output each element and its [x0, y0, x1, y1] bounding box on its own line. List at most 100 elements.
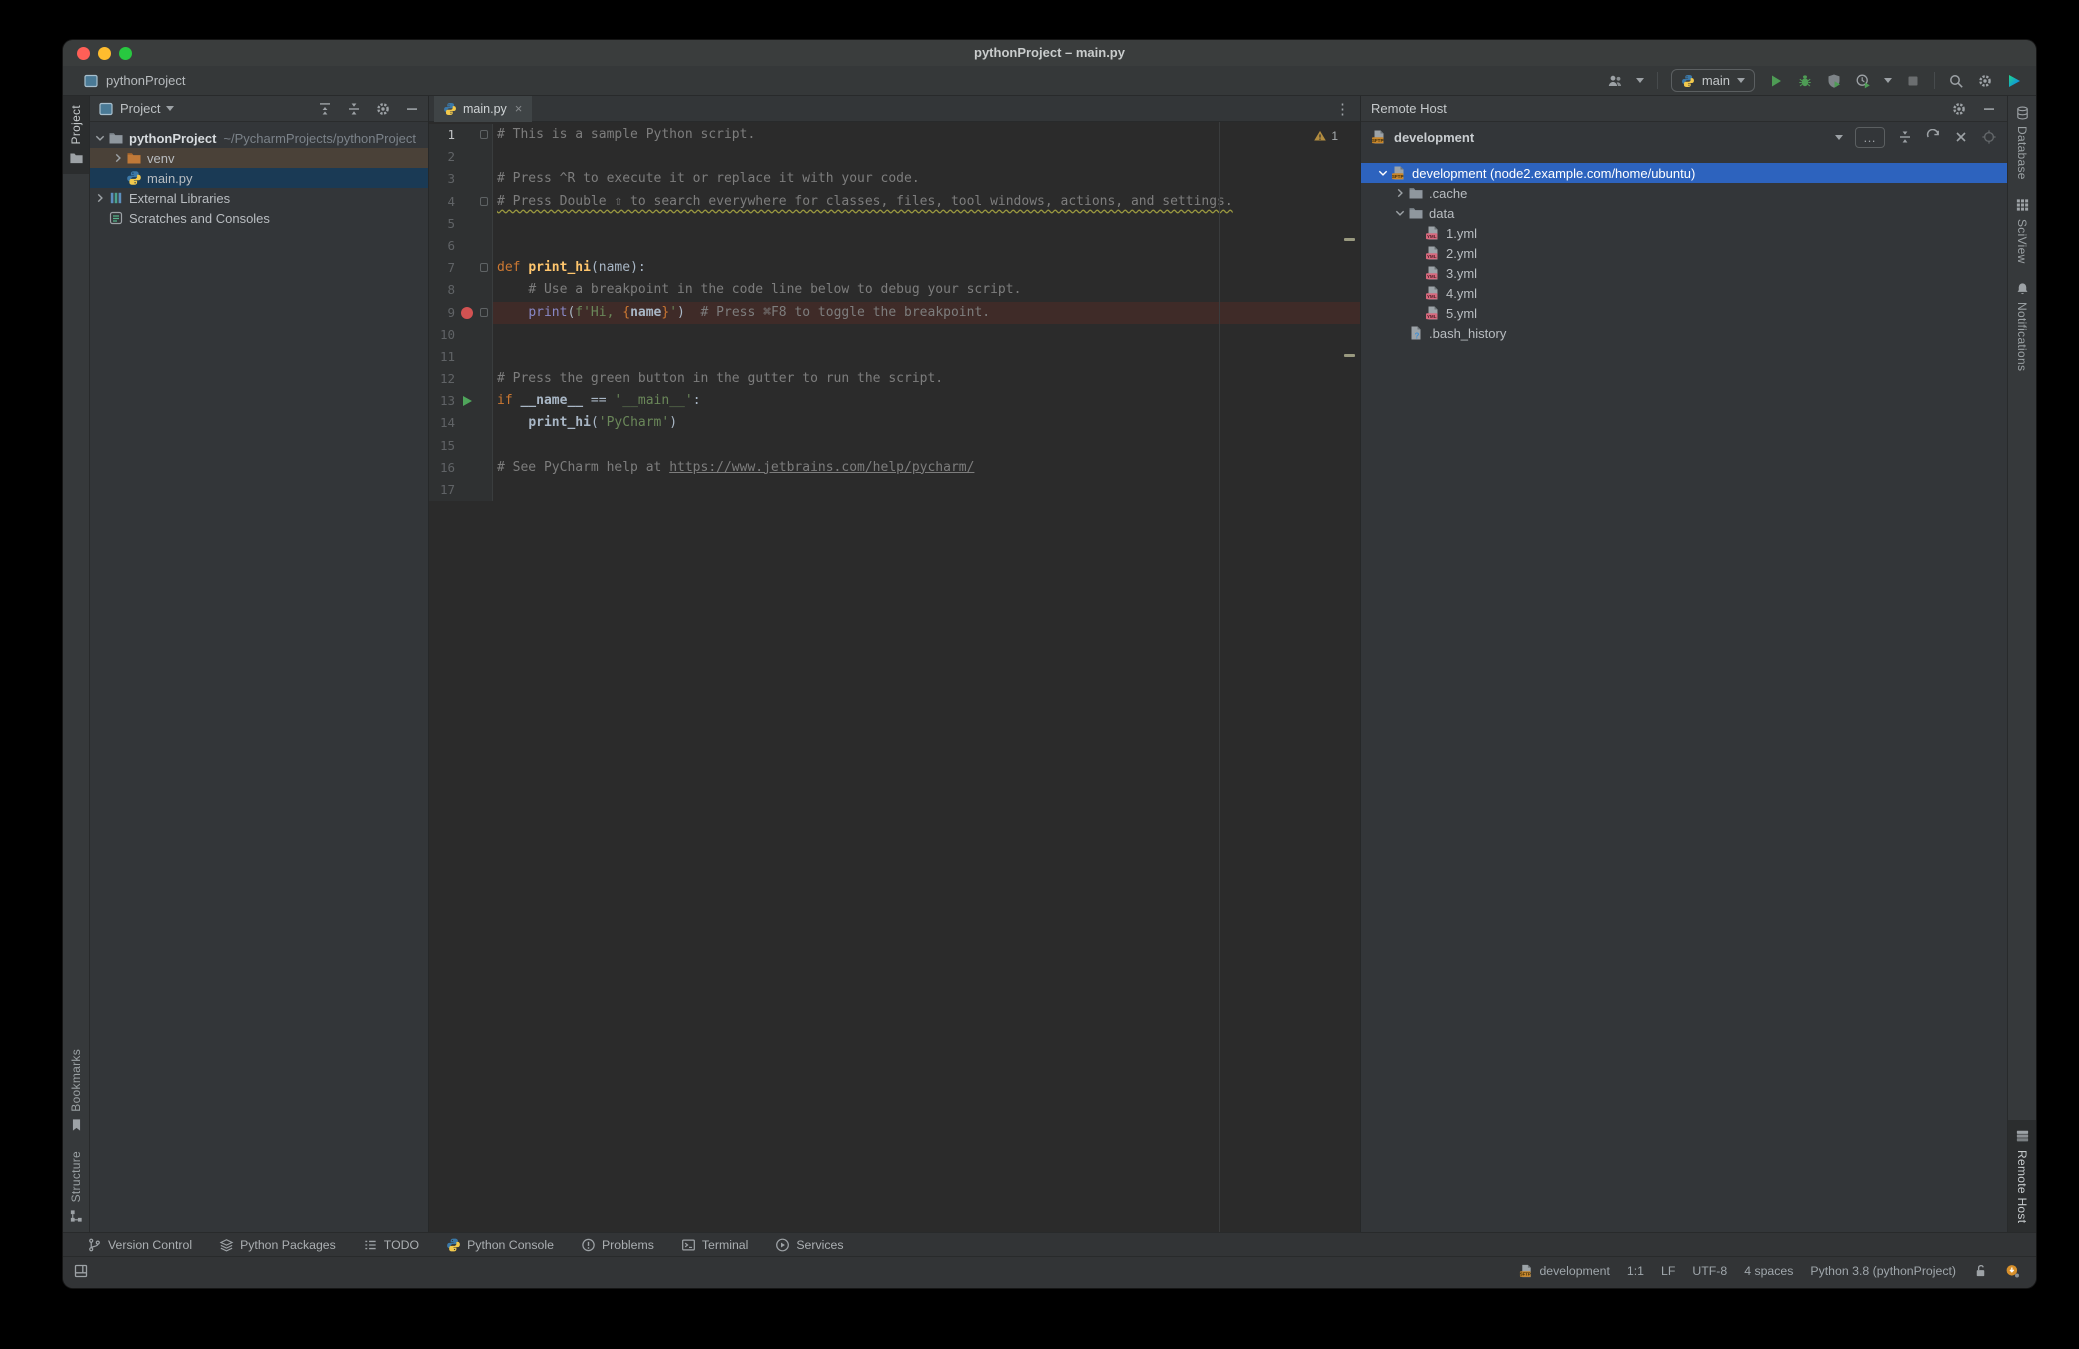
fold-marker-icon[interactable] [480, 307, 488, 317]
code-with-me-users-icon[interactable] [1607, 73, 1623, 89]
tree-item-4.yml[interactable]: YML 4.yml [1361, 283, 2007, 303]
toolwindow-tab-sciview[interactable]: SciView [2008, 189, 2036, 273]
fold-marker-icon[interactable] [480, 196, 488, 206]
hide-icon[interactable] [1981, 101, 1997, 117]
chevron-down-icon[interactable] [92, 131, 108, 145]
collapse-all-icon[interactable] [346, 101, 362, 117]
tree-item-1.yml[interactable]: YML 1.yml [1361, 223, 2007, 243]
code-text[interactable]: # Press ^R to execute it or replace it w… [493, 168, 1360, 190]
editor-gutter[interactable]: 6 [429, 234, 493, 258]
jetbrains-logo-icon[interactable] [2006, 73, 2022, 89]
server-select[interactable]: SFTP development [1371, 129, 1843, 145]
close-tab-icon[interactable]: × [515, 101, 523, 116]
code-line-3[interactable]: 3 # Press ^R to execute it or replace it … [429, 168, 1360, 191]
toolwindow-button-todo[interactable]: TODO [363, 1237, 419, 1252]
code-text[interactable] [493, 346, 1360, 368]
run-button[interactable] [1768, 73, 1784, 89]
code-line-9[interactable]: 9 print(f'Hi, {name}') # Press ⌘F8 to to… [429, 301, 1360, 324]
editor-gutter[interactable]: 16 [429, 456, 493, 479]
editor-gutter[interactable]: 8 [429, 279, 493, 302]
code-text[interactable] [493, 324, 1360, 346]
code-line-8[interactable]: 8 # Use a breakpoint in the code line be… [429, 279, 1360, 302]
code-text[interactable]: if __name__ == '__main__': [493, 390, 1360, 412]
toolwindow-tab-notifications[interactable]: Notifications [2008, 272, 2036, 380]
toolwindow-toggle-icon[interactable] [73, 1263, 89, 1279]
settings-gear-icon[interactable] [1977, 73, 1993, 89]
code-text[interactable]: # Press the green button in the gutter t… [493, 368, 1360, 390]
code-line-10[interactable]: 10 [429, 323, 1360, 346]
tree-item-development-node2.example.com-home-ubuntu-[interactable]: SFTP development (node2.example.com/home/… [1361, 163, 2007, 183]
toolwindow-tab-project[interactable]: Project [63, 96, 89, 175]
chevron-right-icon[interactable] [92, 191, 108, 205]
status-widget-1-1[interactable]: 1:1 [1627, 1264, 1644, 1278]
code-line-7[interactable]: 7 def print_hi(name): [429, 257, 1360, 280]
code-line-12[interactable]: 12 # Press the green button in the gutter… [429, 368, 1360, 391]
editor-gutter[interactable]: 10 [429, 323, 493, 346]
code-text[interactable] [493, 435, 1360, 457]
editor-gutter[interactable]: 7 [429, 257, 493, 280]
code-text[interactable]: # See PyCharm help at https://www.jetbra… [493, 457, 1360, 479]
toolwindow-tab-structure[interactable]: Structure [63, 1142, 89, 1232]
toolwindow-tab-bookmarks[interactable]: Bookmarks [63, 1040, 89, 1142]
code-text[interactable]: def print_hi(name): [493, 257, 1360, 279]
refresh-icon[interactable] [1925, 129, 1941, 145]
tree-item-scratches-and-consoles[interactable]: Scratches and Consoles [90, 208, 428, 228]
editor-gutter[interactable]: 1 [429, 124, 493, 147]
breadcrumb[interactable]: pythonProject [83, 73, 186, 89]
hide-icon[interactable] [404, 101, 420, 117]
code-line-5[interactable]: 5 [429, 212, 1360, 235]
status-widget-4-spaces[interactable]: 4 spaces [1744, 1264, 1793, 1278]
chevron-down-icon[interactable] [166, 106, 175, 111]
run-configuration-select[interactable]: main [1670, 69, 1755, 92]
toolwindow-button-services[interactable]: Services [775, 1237, 844, 1252]
profiler-button[interactable] [1855, 73, 1871, 89]
editor-gutter[interactable]: 13 [429, 390, 493, 413]
toolwindow-button-terminal[interactable]: Terminal [681, 1237, 748, 1252]
code-text[interactable]: # Press Double ⇧ to search everywhere fo… [493, 191, 1360, 213]
toolwindow-button-python-console[interactable]: Python Console [446, 1237, 554, 1252]
code-text[interactable] [493, 235, 1360, 257]
toolwindow-tab-remote-host[interactable]: Remote Host [2008, 1119, 2036, 1232]
toolwindow-button-problems[interactable]: Problems [581, 1237, 654, 1252]
toolwindow-button-python-packages[interactable]: Python Packages [219, 1237, 336, 1252]
tree-item-.bash-history[interactable]: ? .bash_history [1361, 323, 2007, 343]
tree-item-.cache[interactable]: .cache [1361, 183, 2007, 203]
expand-all-icon[interactable] [317, 101, 333, 117]
debug-button[interactable] [1797, 73, 1813, 89]
editor-gutter[interactable]: 14 [429, 412, 493, 435]
code-text[interactable] [493, 479, 1360, 501]
breakpoint-icon[interactable] [461, 306, 473, 319]
code-text[interactable]: print(f'Hi, {name}') # Press ⌘F8 to togg… [493, 301, 1360, 324]
editor-gutter[interactable]: 3 [429, 168, 493, 191]
tree-item-3.yml[interactable]: YML 3.yml [1361, 263, 2007, 283]
editor-gutter[interactable]: 17 [429, 479, 493, 502]
tab-main-py[interactable]: main.py × [434, 95, 533, 122]
code-text[interactable]: # Use a breakpoint in the code line belo… [493, 279, 1360, 301]
search-everywhere-icon[interactable] [1948, 73, 1964, 89]
tree-item-pythonproject[interactable]: pythonProject ~/PycharmProjects/pythonPro… [90, 128, 428, 148]
inspection-widget[interactable]: 1 [1313, 129, 1338, 143]
tree-item-5.yml[interactable]: YML 5.yml [1361, 303, 2007, 323]
status-widget-utf-8[interactable]: UTF-8 [1692, 1264, 1727, 1278]
code-text[interactable] [493, 146, 1360, 168]
gear-icon[interactable] [375, 101, 391, 117]
collapse-all-icon[interactable] [1897, 129, 1913, 145]
status-widget-unlock[interactable] [1973, 1263, 1988, 1278]
editor-gutter[interactable]: 2 [429, 146, 493, 169]
editor-gutter[interactable]: 15 [429, 434, 493, 457]
code-text[interactable]: # This is a sample Python script. [493, 124, 1360, 146]
run-line-icon[interactable] [463, 395, 472, 406]
remote-host-title[interactable]: Remote Host [1371, 101, 1447, 116]
error-stripe-mark[interactable] [1344, 238, 1355, 241]
error-stripe-mark[interactable] [1344, 354, 1355, 357]
code-line-14[interactable]: 14 print_hi('PyCharm') [429, 412, 1360, 435]
chevron-down-icon[interactable] [1884, 78, 1892, 83]
code-editor[interactable]: 1 # This is a sample Python script. 2 3 # Pr… [429, 122, 1360, 1232]
editor-gutter[interactable]: 4 [429, 190, 493, 213]
tree-item-data[interactable]: data [1361, 203, 2007, 223]
chevron-down-icon[interactable] [1392, 206, 1408, 220]
run-with-coverage-button[interactable] [1826, 73, 1842, 89]
fold-marker-icon[interactable] [480, 263, 488, 273]
toolwindow-button-version-control[interactable]: Version Control [87, 1237, 192, 1252]
code-line-2[interactable]: 2 [429, 146, 1360, 169]
